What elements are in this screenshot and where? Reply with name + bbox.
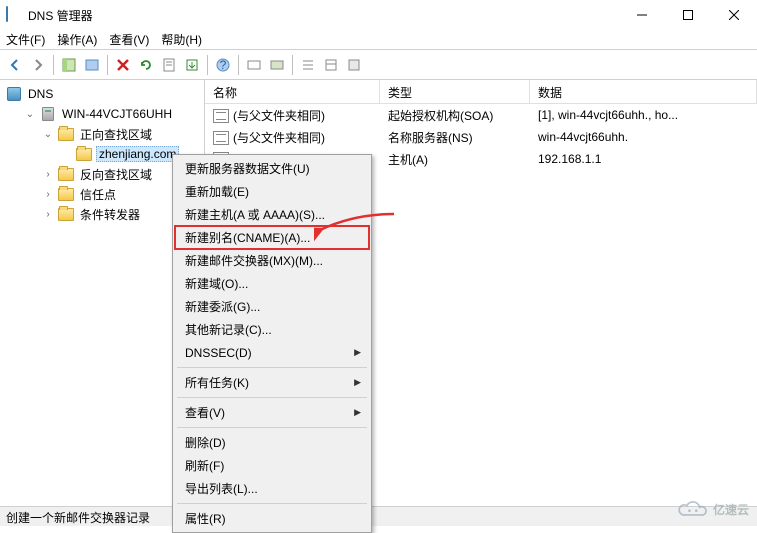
folder-icon <box>58 126 74 142</box>
menu-delete[interactable]: 删除(D) <box>175 431 369 454</box>
submenu-arrow-icon: ▶ <box>354 377 361 388</box>
list-item[interactable]: (与父文件夹相同) 起始授权机构(SOA) [1], win-44vcjt66u… <box>205 104 757 126</box>
collapse-icon[interactable]: ⌄ <box>24 109 36 120</box>
menu-new-domain[interactable]: 新建域(O)... <box>175 272 369 295</box>
collapse-icon[interactable]: ⌄ <box>42 129 54 140</box>
tool-btn-1[interactable] <box>243 54 265 76</box>
cloud-icon <box>675 498 709 520</box>
export-list-button[interactable] <box>181 54 203 76</box>
server-icon <box>40 106 56 122</box>
tool-btn-5[interactable] <box>343 54 365 76</box>
minimize-button[interactable] <box>619 0 665 30</box>
folder-icon <box>76 146 92 162</box>
menu-properties[interactable]: 属性(R) <box>175 507 369 530</box>
folder-icon <box>58 166 74 182</box>
refresh-button[interactable] <box>135 54 157 76</box>
record-icon <box>213 109 229 123</box>
list-item[interactable]: (与父文件夹相同) 名称服务器(NS) win-44vcjt66uhh. <box>205 126 757 148</box>
menu-new-delegation[interactable]: 新建委派(G)... <box>175 295 369 318</box>
col-data[interactable]: 数据 <box>530 80 757 103</box>
menu-dnssec[interactable]: DNSSEC(D)▶ <box>175 341 369 364</box>
properties-button[interactable] <box>158 54 180 76</box>
show-hide-tree-button[interactable] <box>58 54 80 76</box>
tree-server[interactable]: ⌄ WIN-44VCJT66UHH <box>2 104 202 124</box>
menu-action[interactable]: 操作(A) <box>57 31 97 48</box>
menu-refresh[interactable]: 刷新(F) <box>175 454 369 477</box>
folder-icon <box>58 186 74 202</box>
folder-icon <box>58 206 74 222</box>
expand-icon[interactable]: › <box>42 189 54 200</box>
tree-forward-zone[interactable]: ⌄ 正向查找区域 <box>2 124 202 144</box>
col-type[interactable]: 类型 <box>380 80 530 103</box>
export-button[interactable] <box>81 54 103 76</box>
menu-new-host[interactable]: 新建主机(A 或 AAAA)(S)... <box>175 203 369 226</box>
tool-btn-4[interactable] <box>320 54 342 76</box>
dns-root-icon <box>6 86 22 102</box>
menu-file[interactable]: 文件(F) <box>6 31 45 48</box>
menu-reload[interactable]: 重新加载(E) <box>175 180 369 203</box>
menu-other-new[interactable]: 其他新记录(C)... <box>175 318 369 341</box>
expand-icon[interactable]: › <box>42 169 54 180</box>
menu-view[interactable]: 查看(V)▶ <box>175 401 369 424</box>
tool-btn-2[interactable] <box>266 54 288 76</box>
close-button[interactable] <box>711 0 757 30</box>
back-button[interactable] <box>4 54 26 76</box>
submenu-arrow-icon: ▶ <box>354 407 361 418</box>
tree-root[interactable]: DNS <box>2 84 202 104</box>
status-bar: 创建一个新邮件交换器记录 <box>0 506 757 526</box>
delete-button[interactable] <box>112 54 134 76</box>
menu-update-data[interactable]: 更新服务器数据文件(U) <box>175 157 369 180</box>
submenu-arrow-icon: ▶ <box>354 347 361 358</box>
menu-separator <box>177 427 367 428</box>
menu-separator <box>177 367 367 368</box>
window-title: DNS 管理器 <box>28 7 619 24</box>
svg-text:?: ? <box>220 58 227 72</box>
menu-export-list[interactable]: 导出列表(L)... <box>175 477 369 500</box>
menu-all-tasks[interactable]: 所有任务(K)▶ <box>175 371 369 394</box>
maximize-button[interactable] <box>665 0 711 30</box>
help-button[interactable]: ? <box>212 54 234 76</box>
forward-button[interactable] <box>27 54 49 76</box>
record-icon <box>213 131 229 145</box>
menu-new-cname[interactable]: 新建别名(CNAME)(A)... <box>175 226 369 249</box>
col-name[interactable]: 名称 <box>205 80 380 103</box>
expand-icon[interactable]: › <box>42 209 54 220</box>
watermark: 亿速云 <box>675 498 749 520</box>
app-icon <box>6 7 22 23</box>
menu-help[interactable]: 帮助(H) <box>161 31 202 48</box>
menu-separator <box>177 397 367 398</box>
tool-btn-3[interactable] <box>297 54 319 76</box>
menu-view[interactable]: 查看(V) <box>109 31 149 48</box>
menu-new-mx[interactable]: 新建邮件交换器(MX)(M)... <box>175 249 369 272</box>
menu-separator <box>177 503 367 504</box>
context-menu: 更新服务器数据文件(U) 重新加载(E) 新建主机(A 或 AAAA)(S)..… <box>172 154 372 533</box>
